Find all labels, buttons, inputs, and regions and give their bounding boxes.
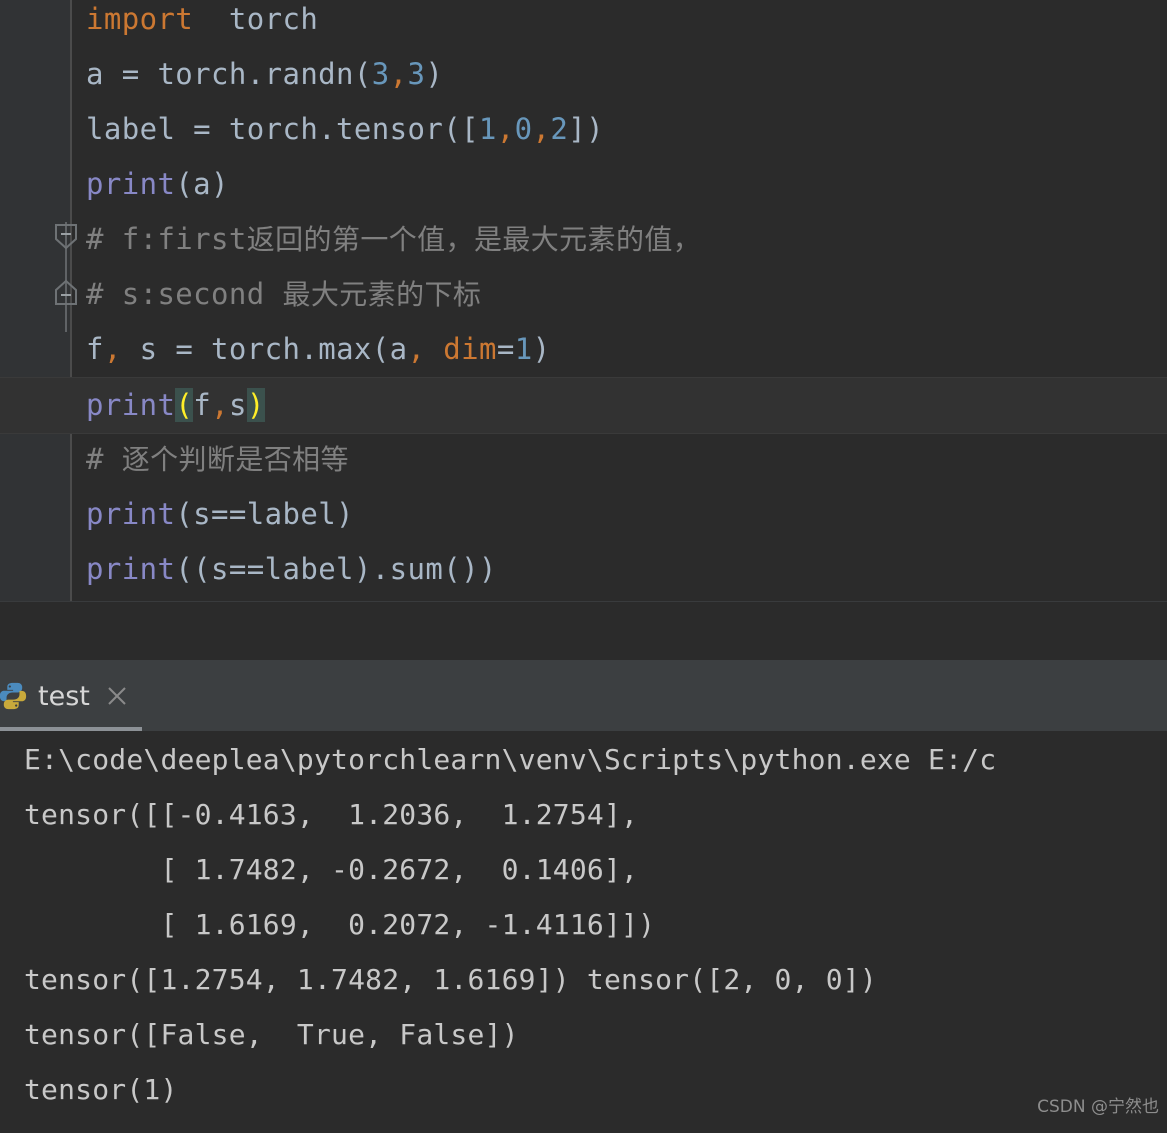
- code-token: ,: [211, 388, 229, 422]
- code-line[interactable]: import torch: [0, 0, 1167, 47]
- code-token: torch: [228, 2, 319, 36]
- code-line[interactable]: f, s = torch.max(a, dim=1): [0, 322, 1167, 377]
- code-line-text: print((s==label).sum()): [86, 542, 497, 597]
- code-line-text: # s:second 最大元素的下标: [86, 267, 481, 322]
- code-token: f: [86, 332, 104, 366]
- code-line-text: print(f,s): [86, 378, 265, 433]
- code-token: 0: [514, 112, 533, 146]
- code-line[interactable]: a = torch.randn(3,3): [0, 47, 1167, 102]
- csdn-watermark: CSDN @宁然也: [1037, 1097, 1159, 1117]
- code-token: # s:second: [86, 277, 283, 311]
- code-token: ,: [532, 112, 551, 146]
- code-token: print: [86, 552, 176, 586]
- code-line[interactable]: # 逐个判断是否相等: [0, 432, 1167, 487]
- code-token: dim: [443, 332, 497, 366]
- code-token: ((s==label).sum()): [175, 552, 497, 586]
- code-token: print: [86, 497, 176, 531]
- code-token: s: [228, 388, 247, 422]
- code-token: ,: [407, 332, 426, 366]
- code-token: 2: [550, 112, 569, 146]
- code-line[interactable]: print(s==label): [0, 487, 1167, 542]
- code-line-text: print(a): [86, 157, 229, 212]
- run-tab-test[interactable]: test: [0, 660, 144, 732]
- code-token: (s==label): [175, 497, 354, 531]
- code-token: 1: [514, 332, 533, 366]
- run-tab-label: test: [38, 680, 90, 712]
- run-tool-window: test E:\code\deeplea\pytorchlearn\venv\S…: [0, 659, 1167, 1133]
- code-line[interactable]: print(a): [0, 157, 1167, 212]
- console-output[interactable]: E:\code\deeplea\pytorchlearn\venv\Script…: [0, 731, 1167, 1133]
- code-token: ,: [103, 332, 122, 366]
- console-line: [ 1.6169, 0.2072, -1.4116]]): [24, 908, 656, 941]
- code-token: 返回的第一个值，是最大元素的值，: [246, 223, 702, 256]
- console-line: [ 1.7482, -0.2672, 0.1406],: [24, 853, 639, 886]
- code-token: ): [532, 332, 551, 366]
- code-token: 3: [407, 57, 426, 91]
- console-line: tensor([[-0.4163, 1.2036, 1.2754],: [24, 798, 639, 831]
- console-line: E:\code\deeplea\pytorchlearn\venv\Script…: [24, 743, 997, 776]
- code-lines[interactable]: import torch a = torch.randn(3,3) label = …: [0, 0, 1167, 601]
- editor-bottom-strip: [0, 601, 1167, 660]
- code-token: f: [193, 388, 212, 422]
- code-token: a = torch.randn(: [86, 57, 372, 91]
- code-token: (a): [175, 167, 229, 201]
- code-token: 3: [371, 57, 390, 91]
- code-token: # f:first: [86, 222, 247, 256]
- code-token: ): [425, 57, 444, 91]
- code-line[interactable]: # s:second 最大元素的下标: [0, 267, 1167, 322]
- code-token: #: [86, 442, 122, 476]
- code-line-text: f, s = torch.max(a, dim=1): [86, 322, 550, 377]
- code-token: ,: [496, 112, 515, 146]
- code-line-text: print(s==label): [86, 487, 354, 542]
- code-line[interactable]: label = torch.tensor([1,0,2]): [0, 102, 1167, 157]
- code-token: ,: [389, 57, 408, 91]
- code-line[interactable]: print(f,s): [0, 377, 1167, 434]
- code-token: label = torch.tensor([: [86, 112, 479, 146]
- code-token: 逐个判断是否相等: [121, 443, 349, 476]
- code-line-text: # 逐个判断是否相等: [86, 432, 349, 487]
- console-line: tensor([1.2754, 1.7482, 1.6169]) tensor(…: [24, 963, 877, 996]
- console-line: tensor(1): [24, 1073, 178, 1106]
- close-icon[interactable]: [106, 685, 128, 707]
- code-token: print: [86, 388, 176, 422]
- code-token: ]): [568, 112, 605, 146]
- code-line-text: a = torch.randn(3,3): [86, 47, 443, 102]
- code-line-text: label = torch.tensor([1,0,2]): [86, 102, 604, 157]
- code-token: ): [246, 388, 265, 422]
- code-line[interactable]: # f:first返回的第一个值，是最大元素的值，: [0, 212, 1167, 267]
- code-token: print: [86, 167, 176, 201]
- code-token: s = torch.max(a: [121, 332, 408, 366]
- code-line-text: import torch: [86, 0, 318, 47]
- ide-window: import torch a = torch.randn(3,3) label = …: [0, 0, 1167, 1133]
- code-editor[interactable]: import torch a = torch.randn(3,3) label = …: [0, 0, 1167, 601]
- console-line: tensor([False, True, False]): [24, 1018, 519, 1051]
- code-token: import: [86, 2, 194, 36]
- run-tab-bar[interactable]: test: [0, 659, 1167, 732]
- code-token: 最大元素的下标: [282, 278, 482, 311]
- code-token: =: [496, 332, 515, 366]
- code-token: (: [175, 388, 194, 422]
- code-token: 1: [478, 112, 497, 146]
- python-icon: [0, 681, 28, 711]
- code-line-text: # f:first返回的第一个值，是最大元素的值，: [86, 212, 701, 267]
- code-line[interactable]: print((s==label).sum()): [0, 542, 1167, 597]
